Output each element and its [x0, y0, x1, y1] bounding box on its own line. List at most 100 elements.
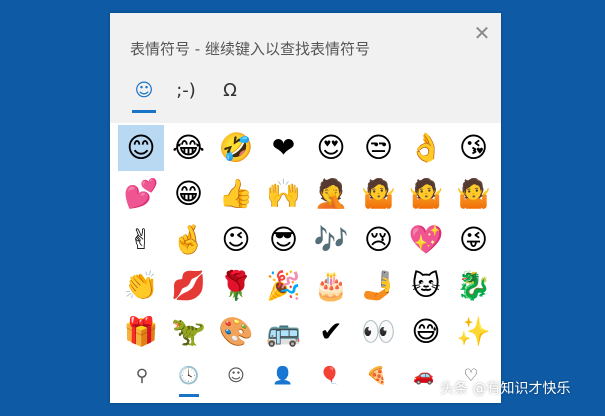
emoji-cell[interactable]: 🎨	[213, 309, 259, 355]
emoji-glyph: 😒	[363, 131, 394, 164]
emoji-glyph: 💖	[408, 223, 444, 256]
bottom-tab-person[interactable]: 👤	[263, 359, 303, 399]
emoji-cell[interactable]: 😊	[118, 125, 164, 171]
emoji-cell[interactable]: 🎁	[118, 309, 164, 355]
emoji-cell[interactable]: 🐱	[403, 263, 449, 309]
tab-symbols[interactable]: Ω	[210, 77, 250, 113]
tab-emoji[interactable]: ☺	[124, 77, 164, 113]
emoji-cell[interactable]: 🙌	[261, 171, 307, 217]
emoji-glyph: ✌	[129, 223, 153, 256]
bottom-tab-smiley[interactable]: ☺	[216, 359, 256, 399]
emoji-glyph: 👏	[123, 269, 159, 302]
emoji-cell[interactable]: 🤷	[451, 171, 497, 217]
emoji-cell[interactable]: 💕	[118, 171, 164, 217]
bottom-tab-pizza[interactable]: 🍕	[357, 359, 397, 399]
bottom-tab-balloon[interactable]: 🎈	[310, 359, 350, 399]
emoji-cell[interactable]: 🐉	[451, 263, 497, 309]
emoji-cell[interactable]: 👏	[118, 263, 164, 309]
emoji-cell[interactable]: 🦖	[166, 309, 212, 355]
kaomoji-icon: ;-)	[176, 80, 196, 101]
emoji-cell[interactable]: 🤷	[403, 171, 449, 217]
emoji-cell[interactable]: 😢	[356, 217, 402, 263]
emoji-cell[interactable]: 😁	[166, 171, 212, 217]
emoji-glyph: 🤷	[408, 177, 444, 210]
emoji-cell[interactable]: 🎉	[261, 263, 307, 309]
emoji-cell[interactable]: 🤷	[356, 171, 402, 217]
emoji-glyph: 😊	[126, 131, 156, 164]
emoji-glyph: 😁	[173, 177, 204, 210]
emoji-cell[interactable]: 💖	[403, 217, 449, 263]
bottom-tab-clock[interactable]: 🕓	[169, 359, 209, 399]
emoji-glyph: 🤞	[171, 223, 206, 256]
emoji-glyph: 😎	[268, 223, 299, 256]
emoji-glyph: 🐉	[456, 269, 491, 302]
emoji-glyph: 💕	[123, 177, 159, 210]
omega-icon: Ω	[223, 80, 237, 101]
emoji-glyph: ✨	[456, 315, 491, 348]
emoji-glyph: 😅	[411, 315, 441, 348]
emoji-glyph: ✔	[319, 315, 343, 348]
emoji-glyph: 😍	[316, 131, 346, 164]
emoji-glyph: 🙌	[266, 177, 301, 210]
emoji-cell[interactable]: 🎶	[308, 217, 354, 263]
emoji-cell[interactable]: 🌹	[213, 263, 259, 309]
bottom-tab-search[interactable]: ⚲	[122, 359, 162, 399]
emoji-glyph: 🤦	[313, 177, 349, 210]
emoji-glyph: 🌹	[218, 269, 254, 302]
panel-header: 表情符号 - 继续键入以查找表情符号 ✕ ☺ ;-) Ω	[110, 13, 501, 123]
emoji-glyph: 🦖	[171, 315, 206, 348]
emoji-glyph: 🐱	[411, 269, 441, 302]
emoji-glyph: ❤	[271, 131, 296, 164]
active-tab-indicator	[179, 394, 199, 397]
emoji-glyph: 👌	[408, 131, 444, 164]
emoji-glyph: 🎶	[313, 223, 349, 256]
emoji-cell[interactable]: 🚌	[261, 309, 307, 355]
emoji-cell[interactable]: 😘	[451, 125, 497, 171]
emoji-cell[interactable]: 🤳	[356, 263, 402, 309]
close-icon[interactable]: ✕	[468, 19, 496, 47]
emoji-cell[interactable]: 😒	[356, 125, 402, 171]
emoji-cell[interactable]: ✌	[118, 217, 164, 263]
emoji-glyph: 👀	[361, 315, 396, 348]
emoji-cell[interactable]: ✨	[451, 309, 497, 355]
emoji-glyph: 💋	[171, 269, 206, 302]
emoji-glyph: 😜	[458, 223, 489, 256]
emoji-cell[interactable]: 💋	[166, 263, 212, 309]
car-icon: 🚗	[413, 366, 435, 386]
emoji-glyph: 🎂	[313, 269, 349, 302]
emoji-glyph: 😉	[221, 223, 251, 256]
emoji-cell[interactable]: 😎	[261, 217, 307, 263]
emoji-glyph: 🤷	[456, 177, 491, 210]
bottom-tab-car[interactable]: 🚗	[404, 359, 444, 399]
balloon-icon: 🎈	[319, 366, 341, 386]
emoji-cell[interactable]: 😅	[403, 309, 449, 355]
person-icon: 👤	[272, 366, 294, 386]
emoji-cell[interactable]: ❤	[261, 125, 307, 171]
emoji-cell[interactable]: 😂	[166, 125, 212, 171]
emoji-glyph: 🎨	[218, 315, 254, 348]
emoji-glyph: 🤣	[218, 131, 254, 164]
emoji-cell[interactable]: 😜	[451, 217, 497, 263]
tab-kaomoji[interactable]: ;-)	[166, 77, 206, 113]
emoji-cell[interactable]: 🤣	[213, 125, 259, 171]
emoji-cell[interactable]: 👍	[213, 171, 259, 217]
emoji-glyph: 🚌	[266, 315, 301, 348]
emoji-cell[interactable]: 😍	[308, 125, 354, 171]
emoji-cell[interactable]: ✔	[308, 309, 354, 355]
search-icon: ⚲	[135, 366, 149, 386]
emoji-cell[interactable]: 🎂	[308, 263, 354, 309]
smiley-icon: ☺	[134, 80, 154, 101]
watermark: 头条 @有知识才快乐	[440, 381, 571, 397]
emoji-glyph: 😂	[172, 131, 205, 164]
emoji-cell[interactable]: 🤦	[308, 171, 354, 217]
smiley-icon: ☺	[227, 366, 245, 386]
emoji-glyph: 👍	[218, 177, 254, 210]
emoji-cell[interactable]: 👌	[403, 125, 449, 171]
emoji-glyph: 🤳	[361, 269, 396, 302]
emoji-cell[interactable]: 🤞	[166, 217, 212, 263]
emoji-glyph: 😢	[363, 223, 394, 256]
active-tab-indicator	[132, 110, 156, 113]
pizza-icon: 🍕	[366, 366, 388, 386]
emoji-cell[interactable]: 👀	[356, 309, 402, 355]
emoji-cell[interactable]: 😉	[213, 217, 259, 263]
